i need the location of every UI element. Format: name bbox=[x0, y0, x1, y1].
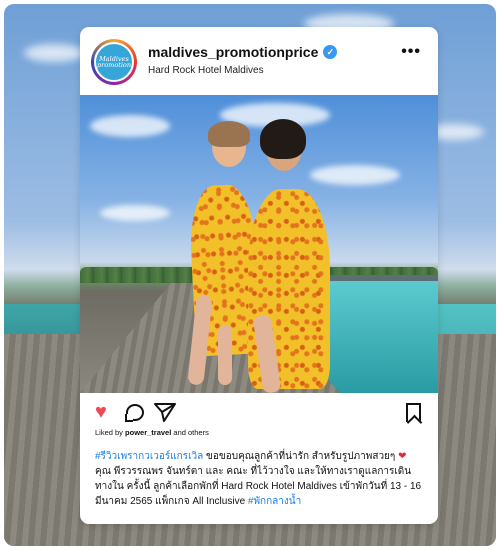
post-location[interactable]: Hard Rock Hotel Maldives bbox=[148, 65, 264, 76]
comment-icon[interactable] bbox=[126, 404, 144, 421]
caption-hashtag-1[interactable]: #รีวิวเพรากวเวอร์แกรเวิล bbox=[95, 451, 203, 462]
verified-badge-icon: ✓ bbox=[323, 45, 338, 59]
more-horizontal-icon[interactable]: ••• bbox=[401, 43, 421, 61]
caption-hashtag-2[interactable]: #พักกลางน้ำ bbox=[248, 496, 301, 507]
post-header: Maldives promotion maldives_promotionpri… bbox=[80, 27, 438, 95]
avatar-logo: Maldives promotion bbox=[94, 42, 134, 82]
post-image[interactable] bbox=[80, 95, 438, 393]
avatar[interactable]: Maldives promotion bbox=[91, 39, 137, 85]
avatar-text-line2: promotion bbox=[96, 61, 132, 69]
username-row: maldives_promotionprice ✓ bbox=[148, 44, 338, 60]
share-icon[interactable] bbox=[154, 402, 176, 422]
caption-heart-emoji: ❤ bbox=[398, 451, 407, 462]
post-caption: #รีวิวเพรากวเวอร์แกรเวิล ขอขอบคุณลูกค้าท… bbox=[95, 449, 425, 509]
caption-text-1: ขอขอบคุณลูกค้าที่น่ารัก สำหรับรูปภาพสวยๆ bbox=[203, 451, 399, 462]
bookmark-icon[interactable] bbox=[406, 403, 421, 422]
post-actions: ♥ bbox=[80, 393, 438, 431]
heart-icon[interactable]: ♥ bbox=[95, 402, 107, 422]
username[interactable]: maldives_promotionprice bbox=[148, 44, 318, 60]
